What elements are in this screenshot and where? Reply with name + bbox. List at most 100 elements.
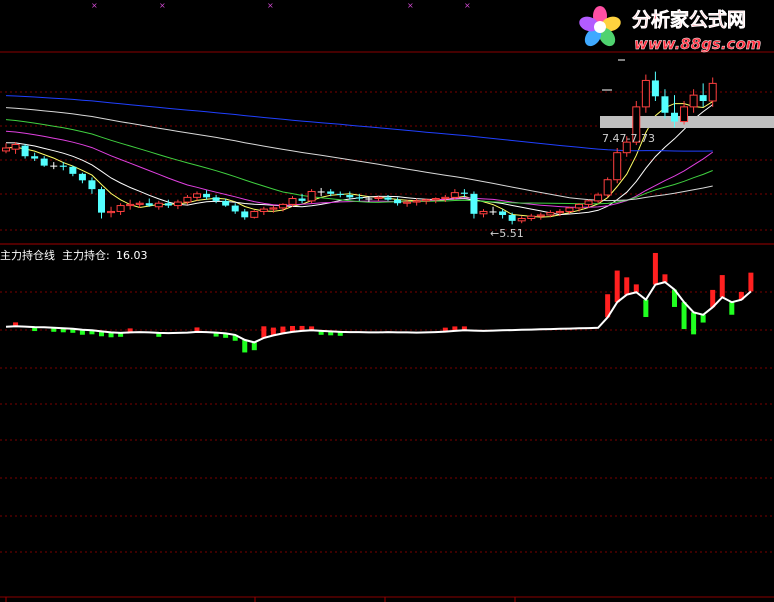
candle-body-up (288, 198, 297, 205)
indicator-bar-up (748, 272, 754, 292)
indicator-series-line (5, 281, 752, 344)
indicator-bar-down (681, 302, 687, 330)
candle-body-up (603, 179, 612, 196)
time-axis-ticks (5, 597, 516, 602)
candle-body-down (394, 199, 402, 204)
candle-body-up (154, 202, 163, 208)
candle-body-down (69, 166, 77, 174)
indicator-bar-down (643, 299, 649, 318)
indicator-bars (13, 252, 754, 353)
candle-body-down (384, 197, 392, 200)
candle-body-up (2, 147, 10, 152)
candle-body-up (450, 192, 459, 198)
candle-body-down (203, 193, 211, 198)
indicator-bar-up (662, 274, 668, 283)
candle-body-up (135, 202, 144, 205)
candle-body-up (403, 201, 412, 204)
top-marker-x: × (91, 1, 98, 10)
candle-body-down (222, 200, 230, 206)
candle-body-up (584, 200, 593, 205)
indicator-bar-down (729, 302, 735, 315)
top-markers: × × × × × (91, 1, 471, 10)
top-marker-x: × (464, 1, 471, 10)
indicator-value: 16.03 (116, 249, 148, 262)
site-logo: 分析家公式网 www.88gs.com (574, 0, 774, 58)
candle-body-down (78, 173, 86, 181)
indicator-bar-up (624, 277, 630, 295)
candle-body-up (441, 196, 450, 200)
candle-body-up (183, 196, 192, 203)
candle-body-up (536, 214, 545, 217)
candle-body-down (98, 189, 105, 213)
candle-body-down (508, 214, 516, 221)
candle-body-down (651, 80, 659, 97)
candle-body-up (307, 190, 316, 202)
candle-body-up (689, 94, 698, 108)
price-range-label: 7.47-7.73 (602, 132, 655, 145)
candle-body-up (278, 203, 287, 209)
candle-body-up (479, 210, 488, 215)
candle-body-down (88, 180, 96, 190)
candle-body-up (107, 210, 116, 214)
indicator-bar-down (251, 342, 257, 351)
candle-body-up (250, 210, 259, 218)
candle-body-down (164, 203, 172, 206)
candle-body-down (460, 192, 468, 194)
grid-lines (0, 91, 774, 553)
candle-body-down (40, 158, 48, 166)
candle-body-up (431, 198, 440, 201)
indicator-bar-down (700, 314, 706, 323)
candle-body-up (527, 215, 536, 219)
candle-body-up (116, 205, 125, 212)
candle-body-up (613, 152, 622, 181)
indicator-bar-down (691, 312, 697, 335)
candle-body-up (555, 210, 564, 214)
candle-body-down (231, 205, 239, 212)
indicator-title: 主力持仓线 (0, 248, 55, 262)
candle-body-up (259, 208, 268, 212)
candle-body-down (661, 96, 669, 113)
stock-chart: × × × × × 7.47-7.73 ←5.51 主力持仓线 主力持仓: 16.03 (0, 1, 774, 602)
logo-url: www.88gs.com (634, 35, 761, 53)
candle-body-up (412, 200, 421, 203)
candle-body-up (594, 194, 603, 202)
candle-body-up (173, 201, 182, 207)
candle-body-down (336, 193, 344, 195)
candle-body-up (680, 106, 689, 123)
candle-body-down (50, 165, 58, 167)
candle-body-up (641, 79, 650, 108)
candle-body-down (470, 193, 478, 214)
candle-body-down (212, 197, 220, 201)
candle-body-up (11, 143, 20, 150)
top-marker-x: × (407, 1, 414, 10)
candle-body-up (269, 207, 278, 210)
candle-body-down (671, 112, 678, 122)
candle-body-up (126, 203, 135, 207)
candle-body-down (355, 197, 363, 199)
candle-body-down (346, 195, 354, 198)
candle-body-down (327, 191, 335, 194)
candle-body-down (699, 95, 707, 101)
candle-body-down (145, 203, 153, 206)
indicator-bar-down (242, 339, 248, 353)
candle-body-down (31, 156, 39, 159)
indicator-bar-up (633, 284, 639, 293)
candle-body-down (365, 198, 373, 200)
candle-body-up (575, 203, 583, 209)
candle-body-down (59, 165, 67, 167)
candle-body-up (374, 196, 383, 200)
top-marker-x: × (267, 1, 274, 10)
candle-body-down (298, 198, 306, 201)
candle-body-down (499, 211, 507, 215)
candle-body-up (193, 193, 201, 198)
candle-body-down (241, 211, 249, 218)
indicator-bar-up (261, 326, 267, 338)
flower-icon: 分析家公式网 www.88gs.com (579, 6, 762, 53)
low-price-label: ←5.51 (490, 227, 524, 240)
candle-body-up (708, 82, 717, 102)
indicator-bar-up (719, 275, 725, 298)
indicator-value-label: 主力持仓: (62, 248, 110, 262)
indicator-line (5, 281, 752, 344)
candle-body-down (317, 191, 325, 193)
candle-body-down (489, 211, 497, 213)
